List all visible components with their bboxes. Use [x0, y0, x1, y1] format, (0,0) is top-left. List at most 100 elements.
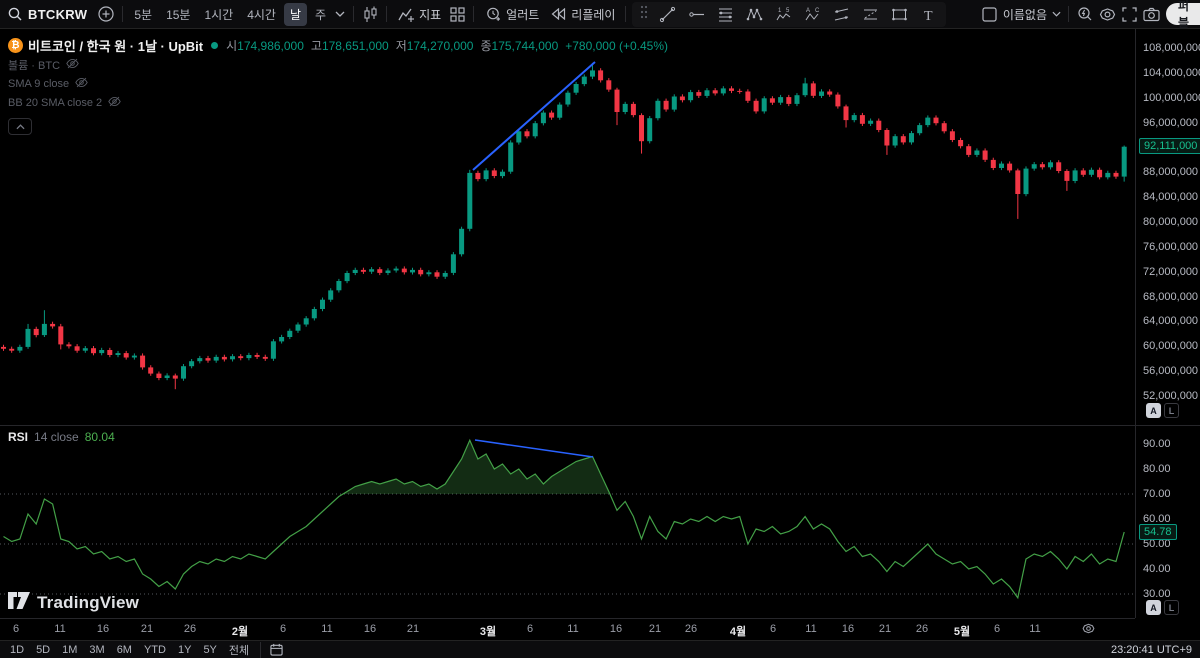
indicators-button[interactable]: 지표 — [392, 3, 446, 25]
regression-trend-tool-icon[interactable] — [861, 4, 880, 26]
trend-line-tool-icon[interactable] — [658, 4, 677, 26]
indicators-label: 지표 — [419, 6, 441, 23]
range-1Y[interactable]: 1Y — [172, 644, 197, 656]
replay-label: 리플레이 — [571, 6, 615, 23]
eye-off-icon[interactable] — [66, 56, 79, 74]
rsi-log-scale-button[interactable]: L — [1164, 600, 1179, 615]
timeframe-주[interactable]: 주 — [309, 3, 332, 26]
symbol-search-button[interactable]: BTCKRW — [28, 7, 87, 22]
fullscreen-icon[interactable] — [1118, 3, 1140, 25]
range-3M[interactable]: 3M — [83, 644, 110, 656]
range-5Y[interactable]: 5Y — [197, 644, 222, 656]
grid-layout-icon[interactable] — [446, 3, 468, 25]
time-axis-label: 5월 — [954, 623, 970, 639]
range-6M[interactable]: 6M — [111, 644, 138, 656]
fib-retracement-tool-icon[interactable] — [716, 4, 735, 26]
camera-icon[interactable] — [1140, 3, 1162, 25]
chevron-down-icon[interactable] — [1049, 3, 1063, 25]
xabcd-pattern-tool-icon[interactable] — [745, 4, 764, 26]
range-YTD[interactable]: YTD — [138, 644, 172, 656]
price-tick: 84,000,000 — [1143, 191, 1198, 203]
alert-clock-icon — [484, 3, 502, 25]
ohlc-종: 종175,744,000 — [480, 37, 558, 54]
toolbar-divider — [1068, 6, 1069, 22]
time-axis-label: 2월 — [232, 623, 248, 639]
rsi-legend[interactable]: RSI 14 close 80.04 — [8, 430, 115, 444]
price-tick: 96,000,000 — [1143, 117, 1198, 129]
ohlc-고: 고178,651,000 — [311, 37, 389, 54]
watermark-text: TradingView — [37, 593, 139, 613]
rsi-pane-canvas[interactable] — [0, 425, 1135, 618]
time-axis-label: 11 — [805, 623, 816, 635]
indicator-row[interactable]: SMA 9 close — [8, 75, 668, 93]
drawing-toolbar: 15 AC T — [632, 2, 946, 27]
time-axis-label: 3월 — [480, 623, 496, 639]
price-tick: 72,000,000 — [1143, 266, 1198, 278]
search-icon[interactable] — [4, 3, 26, 25]
settings-gear-icon[interactable] — [1096, 3, 1118, 25]
time-axis-label: 21 — [141, 623, 153, 635]
time-axis-label: 16 — [97, 623, 109, 635]
ohlc-values: 시174,986,000고178,651,000저174,270,000종175… — [226, 37, 558, 54]
compare-add-icon[interactable] — [95, 3, 117, 25]
range-1M[interactable]: 1M — [56, 644, 83, 656]
time-axis[interactable]: 6111621262월61116213월6111621264월611162126… — [0, 618, 1135, 640]
time-axis-gear-icon[interactable] — [1082, 622, 1095, 638]
timeframe-5분[interactable]: 5분 — [128, 3, 158, 26]
rsi-tick: 30.00 — [1143, 588, 1171, 600]
rsi-auto-scale-button[interactable]: A — [1146, 600, 1161, 615]
alert-label: 얼러트 — [506, 6, 539, 23]
eye-off-icon[interactable] — [108, 94, 121, 112]
timeframe-날[interactable]: 날 — [284, 3, 307, 26]
time-axis-label: 11 — [54, 623, 65, 635]
drag-handle-icon[interactable] — [640, 5, 648, 24]
quick-search-icon[interactable] — [1074, 3, 1096, 25]
timeframe-15분[interactable]: 15분 — [160, 3, 196, 26]
candlestick-style-icon[interactable] — [359, 3, 381, 25]
layout-name[interactable]: 이름없음 — [1003, 6, 1047, 23]
price-tick: 104,000,000 — [1143, 67, 1200, 79]
time-axis-label: 21 — [879, 623, 891, 635]
rectangle-tool-icon[interactable] — [890, 4, 909, 26]
indicator-row[interactable]: 볼륨 · BTC — [8, 56, 668, 74]
elliott-wave-tool-icon[interactable]: 15 — [774, 4, 793, 26]
abc-pattern-tool-icon[interactable]: AC — [803, 4, 822, 26]
toolbar-divider — [260, 642, 261, 658]
btc-logo-icon: ₿ — [8, 38, 23, 53]
pane-divider[interactable] — [0, 425, 1200, 426]
current-price-badge: 92,111,000 — [1139, 138, 1200, 154]
range-5D[interactable]: 5D — [30, 644, 56, 656]
timeframe-4시간[interactable]: 4시간 — [241, 3, 282, 26]
rsi-last-value: 80.04 — [85, 430, 115, 444]
time-axis-label: 6 — [527, 623, 533, 635]
svg-text:1: 1 — [778, 8, 782, 14]
price-tick: 68,000,000 — [1143, 291, 1198, 303]
auto-scale-button[interactable]: A — [1146, 403, 1161, 418]
timeframe-1시간[interactable]: 1시간 — [198, 3, 239, 26]
alert-button[interactable]: 얼러트 — [479, 3, 544, 25]
replay-button[interactable]: 리플레이 — [544, 3, 620, 25]
legend-collapse-button[interactable] — [8, 118, 32, 135]
log-scale-button[interactable]: L — [1164, 403, 1179, 418]
toolbar-divider — [473, 6, 474, 22]
ohlc-저: 저174,270,000 — [396, 37, 474, 54]
publish-button[interactable]: 퍼블 — [1166, 3, 1200, 25]
go-to-date-calendar-icon[interactable] — [266, 642, 286, 658]
text-tool-icon[interactable]: T — [919, 4, 938, 26]
eye-off-icon[interactable] — [75, 75, 88, 93]
horizontal-ray-tool-icon[interactable] — [687, 4, 706, 26]
main-legend: ₿ 비트코인 / 한국 원 · 1날 · UpBit 시174,986,000고… — [8, 36, 668, 135]
time-axis-label: 21 — [407, 623, 419, 635]
price-axis[interactable]: 108,000,000104,000,000100,000,00096,000,… — [1135, 29, 1200, 618]
chart-area[interactable]: ₿ 비트코인 / 한국 원 · 1날 · UpBit 시174,986,000고… — [0, 29, 1200, 640]
range-1D[interactable]: 1D — [4, 644, 30, 656]
price-tick: 108,000,000 — [1143, 42, 1200, 54]
indicator-row[interactable]: BB 20 SMA close 2 — [8, 94, 668, 112]
range-전체[interactable]: 전체 — [223, 642, 255, 658]
symbol-title[interactable]: 비트코인 / 한국 원 · 1날 · UpBit — [28, 36, 203, 55]
layout-square-icon[interactable] — [979, 3, 1001, 25]
time-axis-label: 11 — [321, 623, 332, 635]
parallel-channel-tool-icon[interactable] — [832, 4, 851, 26]
clock[interactable]: 23:20:41 UTC+9 — [1111, 644, 1192, 656]
chevron-down-icon[interactable] — [332, 3, 348, 25]
